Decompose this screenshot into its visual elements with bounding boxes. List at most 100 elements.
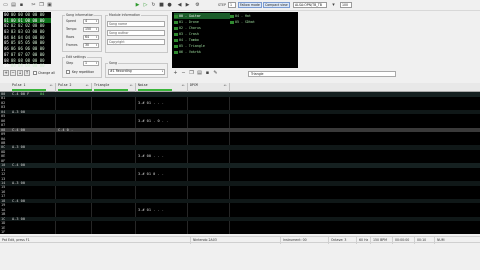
frame-number: 05 [4,40,9,46]
step-input[interactable]: 1 [228,2,236,8]
main-toolbar: ▭ ▤ ▪ ✂ ❐ ▣ ▶ ▷ ↻ ■ ● ◀ ▶ ⚙ STEP 1 Fallo… [0,0,480,11]
rows-spin-icon[interactable]: ⇕ [95,36,98,39]
channel-name: DPCM [190,83,198,87]
instrument-label: 04 - Hat [235,14,251,18]
frame-row[interactable]: 09 09 09 09 00 00 [4,63,51,69]
instrument-icon [174,32,178,36]
status-bar: Pat Edit, press F1 Nintendo 2A03 Instrum… [0,234,480,270]
frame-row[interactable]: 03 03 03 03 00 00 [4,29,51,35]
frame-number: 03 [4,29,9,35]
instrument-item[interactable]: 05 - SDhat [230,19,270,25]
effect-columns-icon[interactable]: ◂▸ [129,84,133,87]
channel-header: Pulse 1 ◂▸ Pulse 2 ◂▸ Triangle ◂▸ Noise ◂▸ DPCM ◂… [0,83,480,92]
speed-spin-icon[interactable]: ⇕ [95,20,98,23]
instrument-label: 06 - Vokrkk [179,50,201,54]
move-down-button[interactable]: ↓ [17,70,23,76]
channel-header-3[interactable]: Noise ◂▸ [136,83,188,92]
key-repetition-checkbox[interactable] [66,70,70,74]
copyright-input[interactable]: Copyright [107,39,165,45]
device-select[interactable]: ALSA:OPN/TB_TB [293,2,327,8]
open-folder-icon[interactable]: ▤ [10,2,17,8]
instrument-name-input[interactable]: Triangle [248,71,396,77]
effect-columns-icon[interactable]: ◂▸ [85,84,89,87]
instrument-icon [174,38,178,42]
channel-header-0[interactable]: Pulse 1 ◂▸ [10,83,56,92]
tempo-input[interactable]: 150 ⇕ [83,27,99,32]
rows-input[interactable]: 64 ⇕ [83,35,99,40]
channel-header-1[interactable]: Pulse 2 ◂▸ [56,83,92,92]
change-all-checkbox[interactable] [33,71,37,75]
frame-cells: 03 03 03 00 00 [10,29,45,35]
move-up-button[interactable]: ↑ [24,70,30,76]
copy-icon[interactable]: ❐ [38,2,45,8]
effect-columns-icon[interactable]: ◂▸ [181,84,185,87]
remove-frame-button[interactable]: − [10,70,16,76]
song-author-input[interactable]: Song author [107,30,165,36]
frame-number: 08 [4,57,9,63]
status-octave: Octave: 3 [328,237,356,244]
edit-step-spin-icon[interactable]: ⇕ [95,62,98,65]
prev-track-icon[interactable]: ◀ [176,2,183,8]
status-chip: Nintendo 2A03 [190,237,280,244]
next-track-icon[interactable]: ▶ [184,2,191,8]
speed-input[interactable]: 4 ⇕ [83,19,99,24]
instrument-label: 05 - SDhat [235,20,255,24]
channel-header-4[interactable]: DPCM ◂▸ [188,83,230,92]
instrument-icon [174,26,178,30]
load-instrument-icon[interactable]: ▤ [196,70,203,76]
record-icon[interactable]: ● [166,2,173,8]
effect-columns-icon[interactable]: ◂▸ [49,84,53,87]
effect-columns-icon[interactable]: ◂▸ [223,84,227,87]
edit-instrument-icon[interactable]: ✎ [212,70,219,76]
edit-step-input[interactable]: 1 ⇕ [83,61,99,66]
frame-cells: 02 02 02 00 00 [10,23,45,29]
status-hint: Pat Edit, press F1 [2,238,30,242]
channel-header-2[interactable]: Triangle ◂▸ [92,83,136,92]
play-pattern-icon[interactable]: ▷ [142,2,149,8]
instrument-icon [174,14,178,18]
follow-mode-toggle[interactable]: Fallow mode [238,2,262,8]
add-instrument-icon[interactable]: + [172,70,179,76]
settings-icon[interactable]: ⚙ [194,2,201,8]
clone-instrument-icon[interactable]: ❐ [188,70,195,76]
frame-row[interactable]: 07 07 07 07 00 00 [4,52,51,58]
channel-vu-meter [94,89,128,91]
stop-icon[interactable]: ■ [158,2,165,8]
paste-icon[interactable]: ▣ [46,2,53,8]
frame-number: 01 [4,17,9,23]
save-icon[interactable]: ▪ [18,2,25,8]
frame-row[interactable]: 06 06 06 06 00 00 [4,46,51,52]
compact-view-toggle[interactable]: Compact view [263,2,290,8]
instrument-label: 00 - Guitar [179,14,201,18]
frame-order-list[interactable]: 00 00 00 00 00 00 01 00 01 00 00 00 02 02 02 … [3,12,51,68]
instrument-label: 04 - Tambo [179,38,199,42]
channel-name: Pulse 1 [12,83,26,87]
remove-instrument-icon[interactable]: − [180,70,187,76]
pattern-rows[interactable]: 00 C-4 00 F 04 01 02 3-# 01 . . . 03 04 A-3 00 05… [0,92,480,234]
instrument-item[interactable]: 06 - Vokrkk [174,49,230,55]
frames-input[interactable]: 30 ⇕ [83,43,99,48]
key-repetition-label: Key repetition [72,70,95,74]
instrument-label: 03 - Crash [179,32,199,36]
add-frame-button[interactable]: + [3,70,9,76]
instrument-icon [174,20,178,24]
pattern-editor[interactable]: Pulse 1 ◂▸ Pulse 2 ◂▸ Triangle ◂▸ Noise ◂▸ DPCM ◂… [0,83,480,234]
song-name-input[interactable]: Song name [107,21,165,27]
play-loop-icon[interactable]: ↻ [150,2,157,8]
rows-label: Rows [66,35,75,39]
channel-name: Triangle [94,83,110,87]
status-instrument: Instrument: 00 [280,237,328,244]
frame-row[interactable]: 00 00 00 00 00 00 [4,12,51,18]
zoom-select[interactable]: 100 [340,2,352,8]
device-settings-icon[interactable]: ▾ [330,2,337,8]
song-settings-group: Song information Speed 4 ⇕ Tempo 150 ⇕ Row… [62,13,102,52]
cut-icon[interactable]: ✂ [30,2,37,8]
frames-spin-icon[interactable]: ⇕ [95,44,98,47]
play-icon[interactable]: ▶ [134,2,141,8]
new-file-icon[interactable]: ▭ [2,2,9,8]
song-select-group: Song #1 Recording ▾ [105,61,168,78]
tempo-spin-icon[interactable]: ⇕ [95,28,98,31]
save-instrument-icon[interactable]: ▪ [204,70,211,76]
song-select-dropdown[interactable]: #1 Recording ▾ [108,69,165,75]
instrument-list[interactable]: 00 - Guitar 01 - Drone 02 - Chorus 03 - Cra… [172,12,298,68]
